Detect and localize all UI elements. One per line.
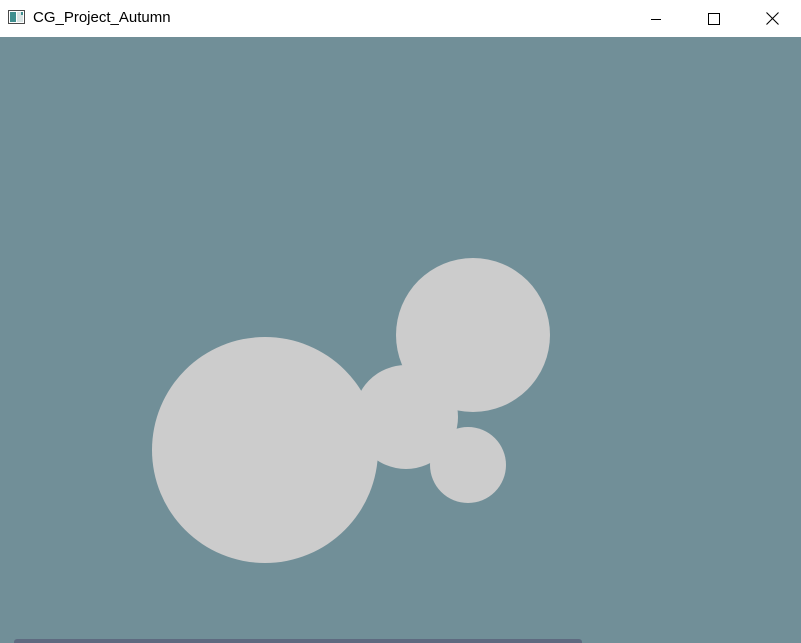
- taskbar-edge: [14, 639, 582, 643]
- minimize-button[interactable]: [627, 0, 685, 37]
- small-circle: [430, 427, 506, 503]
- window-title: CG_Project_Autumn: [33, 9, 171, 26]
- close-icon: [765, 12, 779, 25]
- minimize-icon: [650, 13, 662, 25]
- close-button[interactable]: [743, 0, 801, 37]
- render-canvas[interactable]: [0, 37, 801, 643]
- app-window: CG_Project_Autumn: [0, 0, 801, 643]
- upper-circle: [396, 258, 550, 412]
- title-bar[interactable]: CG_Project_Autumn: [0, 0, 801, 37]
- scene-viewport: [0, 37, 801, 643]
- app-window-icon: [8, 10, 25, 24]
- large-circle: [152, 337, 378, 563]
- maximize-icon: [708, 12, 720, 25]
- maximize-button[interactable]: [685, 0, 743, 37]
